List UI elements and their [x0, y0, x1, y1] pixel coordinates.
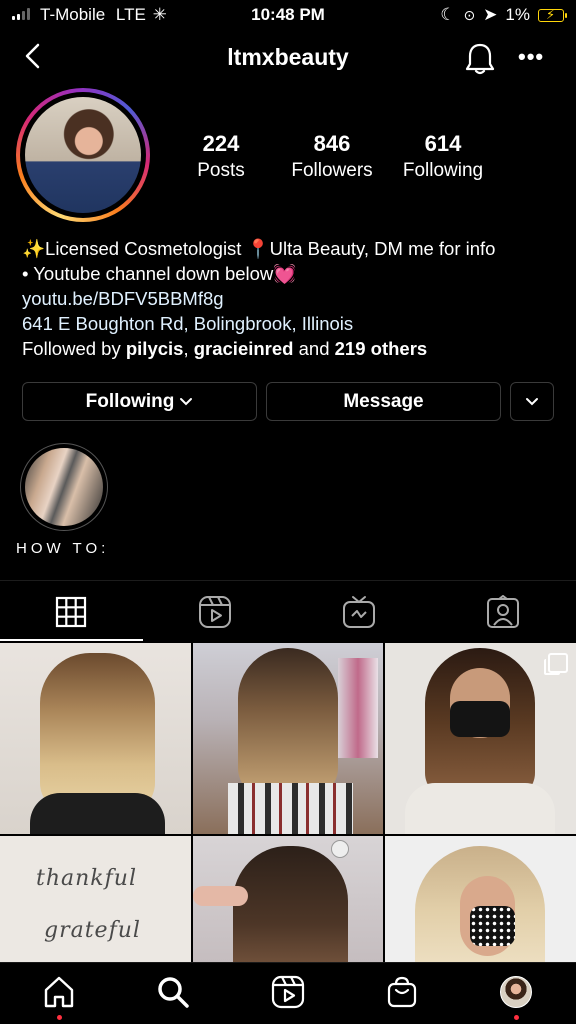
posts-count: 224	[202, 131, 240, 156]
reels-icon	[271, 975, 305, 1009]
battery-percent: 1%	[505, 5, 530, 24]
profile-bio: ✨Licensed Cosmetologist 📍Ulta Beauty, DM…	[22, 236, 562, 361]
nav-shop[interactable]	[382, 972, 422, 1012]
suggested-toggle-button[interactable]	[510, 382, 554, 421]
highlight-cover-image	[25, 448, 103, 526]
grid-icon	[55, 596, 87, 628]
story-highlight[interactable]	[20, 443, 108, 531]
bio-line-2: • Youtube channel down below💓	[22, 263, 297, 284]
bell-icon	[465, 43, 495, 75]
bio-address[interactable]: 641 E Boughton Rd, Bolingbrook, Illinois	[22, 311, 562, 336]
followed-separator: ,	[183, 338, 189, 359]
followers-label: Followers	[291, 160, 373, 181]
following-count: 614	[424, 131, 462, 156]
following-button[interactable]: Following	[22, 382, 257, 421]
followed-user-1[interactable]: pilycis	[126, 338, 184, 359]
followed-others[interactable]: 219 others	[335, 338, 428, 359]
reels-icon	[199, 596, 231, 628]
moon-icon: ☾	[440, 5, 456, 24]
rotation-lock-icon: ⊙	[463, 6, 476, 23]
tab-tagged[interactable]	[485, 594, 521, 630]
nav-reels[interactable]	[268, 972, 308, 1012]
bio-line-1: ✨Licensed Cosmetologist 📍Ulta Beauty, DM…	[22, 238, 496, 259]
followed-and: and	[298, 338, 330, 359]
search-icon	[158, 977, 189, 1008]
grid-post-3[interactable]	[385, 643, 576, 834]
status-bar: T-Mobile LTE ✳ 10:48 PM ☾ ⊙ ➤ 1% ⚡	[0, 0, 576, 30]
chevron-down-icon	[180, 397, 193, 405]
quote-line-1: thankful	[36, 866, 137, 891]
chevron-down-icon	[526, 397, 538, 405]
active-tab-indicator	[0, 639, 143, 641]
notifications-button[interactable]	[464, 42, 496, 81]
following-label: Following	[402, 160, 484, 181]
nav-profile[interactable]	[496, 972, 536, 1012]
battery-icon: ⚡	[538, 7, 567, 22]
profile-notification-dot	[514, 1015, 519, 1020]
bio-link[interactable]: youtu.be/BDFV5BBMf8g	[22, 286, 562, 311]
location-icon: ➤	[483, 5, 498, 24]
posts-label: Posts	[197, 160, 245, 181]
followed-prefix: Followed by	[22, 338, 121, 359]
home-icon	[44, 976, 74, 1008]
ellipsis-icon: •••	[518, 44, 545, 69]
message-button-label: Message	[343, 390, 424, 412]
profile-avatar[interactable]	[16, 88, 150, 222]
home-notification-dot	[57, 1015, 62, 1020]
tab-igtv[interactable]	[341, 594, 377, 630]
followers-count: 846	[313, 131, 351, 156]
following-button-label: Following	[85, 390, 175, 412]
grid-post-2[interactable]	[193, 643, 383, 834]
followers-stat[interactable]: 846 Followers	[277, 131, 387, 182]
igtv-icon	[343, 596, 375, 628]
tab-posts-grid[interactable]	[53, 594, 89, 630]
tab-reels[interactable]	[197, 594, 233, 630]
nav-search[interactable]	[153, 972, 193, 1012]
highlight-label: HOW TO:	[16, 540, 110, 557]
grid-post-5[interactable]	[193, 836, 383, 962]
quote-line-2: grateful	[44, 918, 141, 943]
message-button[interactable]: Message	[266, 382, 501, 421]
grid-post-6[interactable]	[385, 836, 576, 962]
grid-post-4[interactable]: thankful grateful	[0, 836, 191, 962]
following-stat[interactable]: 614 Following	[388, 131, 498, 182]
posts-stat[interactable]: 224 Posts	[166, 131, 276, 182]
profile-avatar-icon	[500, 976, 532, 1008]
grid-post-1[interactable]	[0, 643, 191, 834]
nav-home[interactable]	[39, 972, 79, 1012]
tagged-icon	[487, 595, 519, 628]
followed-by: Followed by pilycis, gracieinred and 219…	[22, 336, 562, 361]
more-options-button[interactable]: •••	[518, 44, 544, 70]
multiple-photos-icon	[544, 653, 568, 675]
followed-user-2[interactable]: gracieinred	[194, 338, 294, 359]
shopping-bag-icon	[387, 976, 417, 1008]
avatar-image	[25, 97, 141, 213]
